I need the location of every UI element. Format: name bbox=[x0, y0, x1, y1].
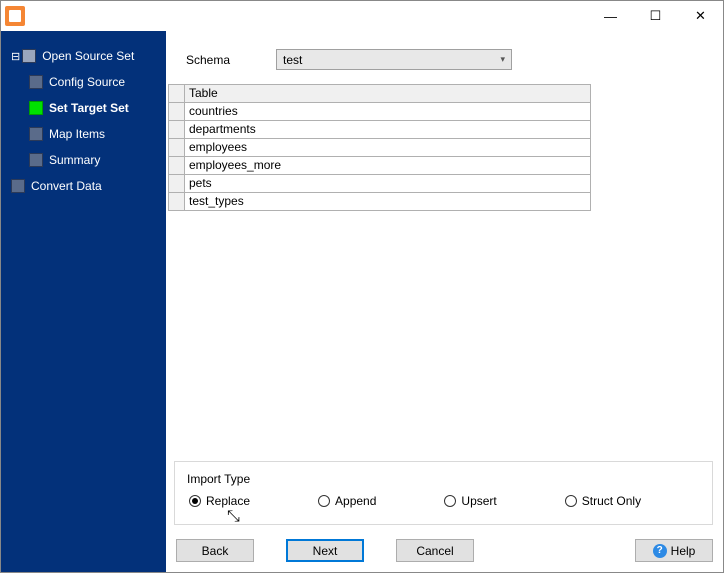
import-type-radio-append[interactable]: Append bbox=[318, 494, 376, 508]
radio-label: Replace bbox=[206, 494, 250, 508]
table-row[interactable]: employees_more bbox=[169, 157, 591, 175]
table-cell[interactable]: test_types bbox=[185, 193, 591, 211]
column-header-table[interactable]: Table bbox=[185, 85, 591, 103]
radio-icon bbox=[444, 495, 456, 507]
row-header bbox=[169, 193, 185, 211]
table-cell[interactable]: countries bbox=[185, 103, 591, 121]
title-bar: — ☐ ✕ bbox=[1, 1, 723, 31]
import-type-radio-upsert[interactable]: Upsert bbox=[444, 494, 496, 508]
close-button[interactable]: ✕ bbox=[678, 1, 723, 31]
radio-label: Struct Only bbox=[582, 494, 641, 508]
main-panel: Schema test ▾ Table countriesdepartments… bbox=[166, 31, 723, 572]
sidebar-item-summary[interactable]: Summary bbox=[1, 147, 166, 173]
row-header bbox=[169, 139, 185, 157]
table-row[interactable]: test_types bbox=[169, 193, 591, 211]
sidebar-item-config-source[interactable]: Config Source bbox=[1, 69, 166, 95]
table-row[interactable]: countries bbox=[169, 103, 591, 121]
row-header bbox=[169, 103, 185, 121]
radio-icon bbox=[189, 495, 201, 507]
table-row[interactable]: employees bbox=[169, 139, 591, 157]
sidebar-item-label: Convert Data bbox=[31, 179, 102, 193]
table-cell[interactable]: departments bbox=[185, 121, 591, 139]
app-icon bbox=[5, 6, 25, 26]
tables-grid[interactable]: Table countriesdepartmentsemployeesemplo… bbox=[168, 84, 591, 211]
back-button[interactable]: Back bbox=[176, 539, 254, 562]
row-header bbox=[169, 175, 185, 193]
chevron-down-icon: ▾ bbox=[500, 54, 505, 65]
table-cell[interactable]: employees bbox=[185, 139, 591, 157]
sidebar-item-label: Map Items bbox=[49, 127, 105, 141]
next-button[interactable]: Next bbox=[286, 539, 364, 562]
collapse-icon: ⊟ bbox=[11, 50, 20, 63]
wizard-sidebar: ⊟ Open Source Set Config Source Set Targ… bbox=[1, 31, 166, 572]
row-header bbox=[169, 157, 185, 175]
sidebar-item-open-source-set[interactable]: ⊟ Open Source Set bbox=[1, 43, 166, 69]
radio-icon bbox=[565, 495, 577, 507]
cancel-button[interactable]: Cancel bbox=[396, 539, 474, 562]
maximize-button[interactable]: ☐ bbox=[633, 1, 678, 31]
import-type-group: Import Type Replace Append Upsert Struct On… bbox=[174, 461, 713, 525]
import-type-radio-replace[interactable]: Replace bbox=[189, 494, 250, 508]
sidebar-item-label: Summary bbox=[49, 153, 100, 167]
table-cell[interactable]: employees_more bbox=[185, 157, 591, 175]
radio-label: Upsert bbox=[461, 494, 496, 508]
help-icon: ? bbox=[653, 544, 667, 558]
row-header-corner bbox=[169, 85, 185, 103]
import-type-radio-struct-only[interactable]: Struct Only bbox=[565, 494, 641, 508]
table-row[interactable]: pets bbox=[169, 175, 591, 193]
import-type-title: Import Type bbox=[187, 472, 700, 494]
table-cell[interactable]: pets bbox=[185, 175, 591, 193]
sidebar-item-convert-data[interactable]: Convert Data bbox=[1, 173, 166, 199]
radio-icon bbox=[318, 495, 330, 507]
sidebar-item-map-items[interactable]: Map Items bbox=[1, 121, 166, 147]
sidebar-item-label: Open Source Set bbox=[42, 49, 134, 63]
radio-label: Append bbox=[335, 494, 376, 508]
table-row[interactable]: departments bbox=[169, 121, 591, 139]
minimize-button[interactable]: — bbox=[588, 1, 633, 31]
window-controls: — ☐ ✕ bbox=[588, 1, 723, 31]
sidebar-item-set-target-set[interactable]: Set Target Set bbox=[1, 95, 166, 121]
schema-select[interactable]: test ▾ bbox=[276, 49, 512, 70]
sidebar-item-label: Config Source bbox=[49, 75, 125, 89]
help-button[interactable]: ? Help bbox=[635, 539, 713, 562]
schema-label: Schema bbox=[186, 53, 276, 67]
sidebar-item-label: Set Target Set bbox=[49, 101, 129, 115]
row-header bbox=[169, 121, 185, 139]
schema-select-value: test bbox=[283, 53, 302, 67]
